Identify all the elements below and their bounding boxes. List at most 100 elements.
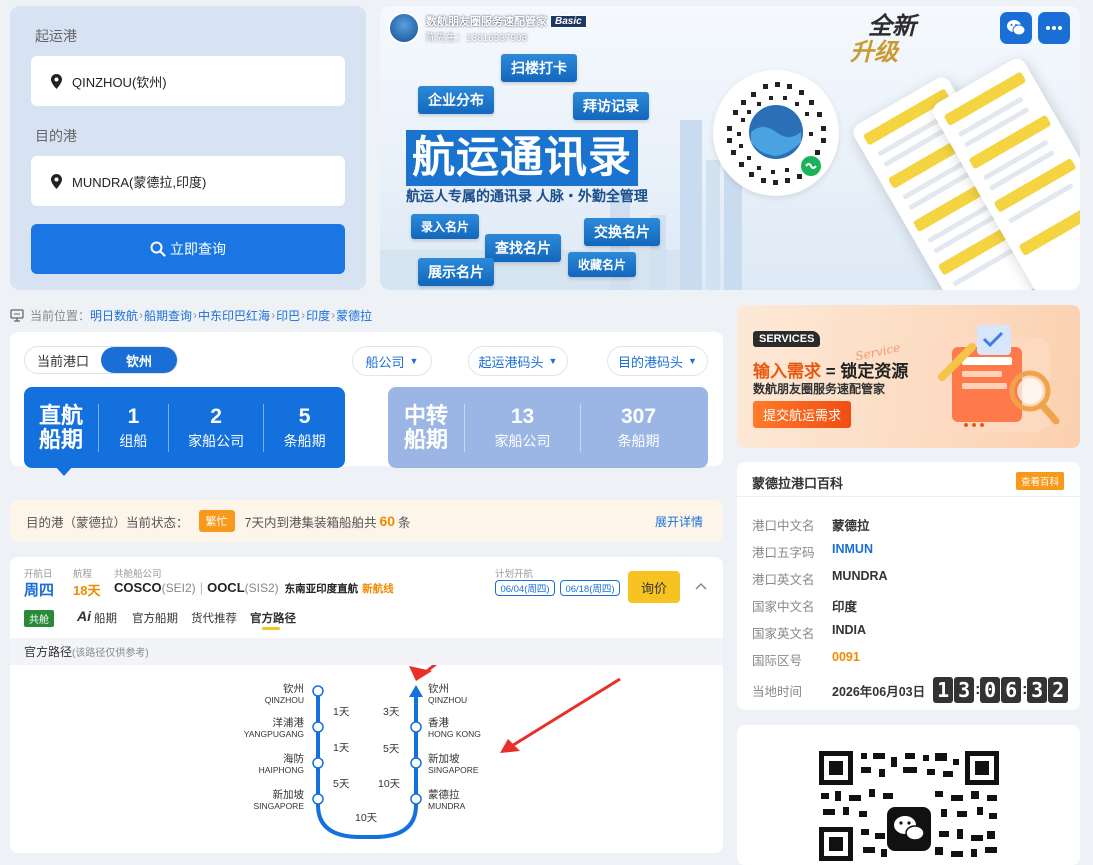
- wiki-key: 国家英文名: [752, 627, 815, 641]
- current-port-value[interactable]: 钦州: [101, 347, 177, 373]
- transit-days: 18天: [73, 583, 101, 598]
- leg-days: 10天: [378, 778, 401, 790]
- port-label-inbound: 新加坡 SINGAPORE: [428, 754, 479, 776]
- breadcrumb-link[interactable]: 蒙德拉: [336, 307, 372, 324]
- port-cn: 蒙德拉: [428, 789, 460, 801]
- clock-digit: 3: [954, 677, 975, 703]
- port-label-outbound: 钦州 QINZHOU: [240, 684, 304, 706]
- caret-down-icon: ▼: [548, 356, 558, 366]
- shared-cabin-badge: 共舱: [24, 610, 54, 627]
- origin-port-value: QINZHOU(钦州): [72, 74, 167, 90]
- wiki-row: 港口英文名 MUNDRA: [752, 569, 888, 588]
- port-label-inbound: 钦州 QINZHOU: [428, 684, 467, 706]
- submit-demand-button[interactable]: 提交航运需求: [753, 401, 852, 428]
- skyline-building: [680, 120, 702, 290]
- chevron-up-icon[interactable]: [695, 582, 707, 590]
- transfer-schedule-tab[interactable]: 中转 船期 13 家船公司 307 条船期: [388, 387, 708, 468]
- dest-terminal-dropdown[interactable]: 目的港码头 ▼: [607, 346, 708, 376]
- stat-unit: 组船: [119, 432, 148, 449]
- carrier-dropdown[interactable]: 船公司 ▼: [352, 346, 432, 376]
- port-en: HONG KONG: [428, 729, 481, 739]
- wiki-key: 港口中文名: [752, 519, 815, 533]
- tab-official-schedule[interactable]: 官方船期: [132, 610, 178, 626]
- direct-title: 船期: [38, 426, 83, 452]
- port-cn: 钦州: [283, 683, 304, 695]
- wechat-qr-code: [819, 751, 999, 861]
- more-options-button[interactable]: [1038, 12, 1070, 44]
- annotation-arrow: [421, 665, 437, 677]
- view-wiki-button[interactable]: 查看百科: [1016, 472, 1065, 490]
- breadcrumb-link[interactable]: 印巴: [276, 307, 300, 324]
- port-cn: 香港: [428, 717, 449, 729]
- port-en: SINGAPORE: [253, 801, 304, 811]
- wiki-value: INDIA: [832, 623, 867, 637]
- query-button[interactable]: 立即查询: [31, 224, 345, 274]
- current-port-toggle[interactable]: 当前港口 钦州: [24, 346, 178, 374]
- origin-port-field[interactable]: QINZHOU(钦州): [31, 56, 345, 106]
- route-arrow-head: [409, 685, 423, 697]
- breadcrumb: 当前位置： 明日数航 › 船期查询 › 中东印巴红海 › 印巴 › 印度 › 蒙德拉: [10, 306, 372, 324]
- wechat-share-button[interactable]: [1000, 12, 1032, 44]
- leg-days: 10天: [355, 812, 378, 824]
- stat-unit: 条船期: [283, 432, 326, 449]
- location-pin-icon: [51, 173, 62, 189]
- tab-schedule[interactable]: 船期: [94, 610, 117, 626]
- carrier-name: OOCL: [207, 580, 245, 595]
- wiki-value: INMUN: [832, 542, 873, 556]
- breadcrumb-link[interactable]: 印度: [306, 307, 330, 324]
- leg-days: 1天: [333, 742, 350, 754]
- wiki-value: MUNDRA: [832, 569, 888, 583]
- services-banner[interactable]: SERVICES 输入需求 = 锁定资源 Service 数航朋友圈服务速配管家…: [737, 305, 1080, 448]
- port-wiki-card: 蒙德拉港口百科 查看百科 港口中文名 蒙德拉 港口五字码 INMUN 港口英文名 MU…: [737, 462, 1080, 710]
- feature-tag: 录入名片: [411, 214, 480, 239]
- tab-official-route[interactable]: 官方路径: [250, 610, 296, 626]
- wiki-key: 国家中文名: [752, 600, 815, 614]
- origin-terminal-dropdown[interactable]: 起运港码头 ▼: [468, 346, 568, 376]
- promo-banner[interactable]: 数航朋友圈服务速配管家 Basic 陈先生：13616937908 扫楼打卡 企…: [380, 6, 1080, 290]
- clock-digit: 6: [1001, 677, 1022, 703]
- inquiry-button[interactable]: 询价: [628, 571, 680, 603]
- departure-date-chip[interactable]: 06/04(周四): [495, 580, 555, 596]
- current-port-label: 当前港口: [36, 353, 89, 369]
- search-icon: [150, 241, 166, 257]
- port-cn: 新加坡: [272, 789, 305, 801]
- carrier-code: (SIS2): [244, 581, 279, 595]
- carriers-label: 共舱船公司: [114, 569, 162, 580]
- app-badge: Basic: [550, 14, 587, 28]
- wiki-row: 港口五字码 INMUN: [752, 542, 873, 561]
- wiki-row: 国家中文名 印度: [752, 596, 857, 615]
- departure-date-chip[interactable]: 06/18(周四): [560, 580, 620, 596]
- transfer-title: 船期: [403, 426, 448, 452]
- tab-forwarder[interactable]: 货代推荐: [191, 610, 237, 626]
- services-sub: 数航朋友圈服务速配管家: [753, 382, 886, 396]
- expand-details-link[interactable]: 展开详情: [655, 513, 703, 530]
- carrier-dropdown-label: 船公司: [365, 354, 405, 370]
- active-tab-underline: [262, 627, 280, 630]
- services-badge: SERVICES: [753, 331, 821, 347]
- port-en: QINZHOU: [428, 695, 468, 705]
- port-label-outbound: 新加坡 SINGAPORE: [234, 790, 304, 812]
- mini-program-qr-code: [713, 70, 839, 196]
- voyage-card: 开航日 航程 共舱船公司 计划开航 周四 18天 COSCO (SEI2) | …: [10, 557, 723, 853]
- feature-tag: 拜访记录: [573, 92, 649, 120]
- app-name: 数航朋友圈服务速配管家: [426, 16, 547, 28]
- ai-tab[interactable]: Ai: [77, 608, 91, 624]
- feature-tag: 收藏名片: [568, 252, 637, 277]
- breadcrumb-link[interactable]: 明日数航: [90, 307, 138, 324]
- breadcrumb-link[interactable]: 中东印巴红海: [198, 307, 270, 324]
- port-label-outbound: 海防 HAIPHONG: [240, 754, 304, 776]
- destination-port-field[interactable]: MUNDRA(蒙德拉,印度): [31, 156, 345, 206]
- transfer-title: 中转: [403, 402, 448, 428]
- feature-tag: 交换名片: [584, 218, 660, 246]
- direct-schedule-tab[interactable]: 直航 船期 1 组船 2 家船公司 5 条船期: [24, 387, 345, 468]
- port-label-inbound: 香港 HONG KONG: [428, 718, 481, 740]
- departure-day-label: 开航日: [24, 569, 53, 580]
- wiki-key: 港口五字码: [752, 546, 815, 560]
- wiki-key: 当地时间: [752, 684, 803, 699]
- wiki-key: 国际区号: [752, 654, 803, 668]
- headline-a: 输入需求: [753, 362, 821, 381]
- wiki-key: 港口英文名: [752, 573, 815, 587]
- breadcrumb-link[interactable]: 船期查询: [144, 307, 192, 324]
- banner-title: 航运通讯录: [406, 130, 638, 186]
- upgrade-text-line1: 全新: [868, 13, 916, 40]
